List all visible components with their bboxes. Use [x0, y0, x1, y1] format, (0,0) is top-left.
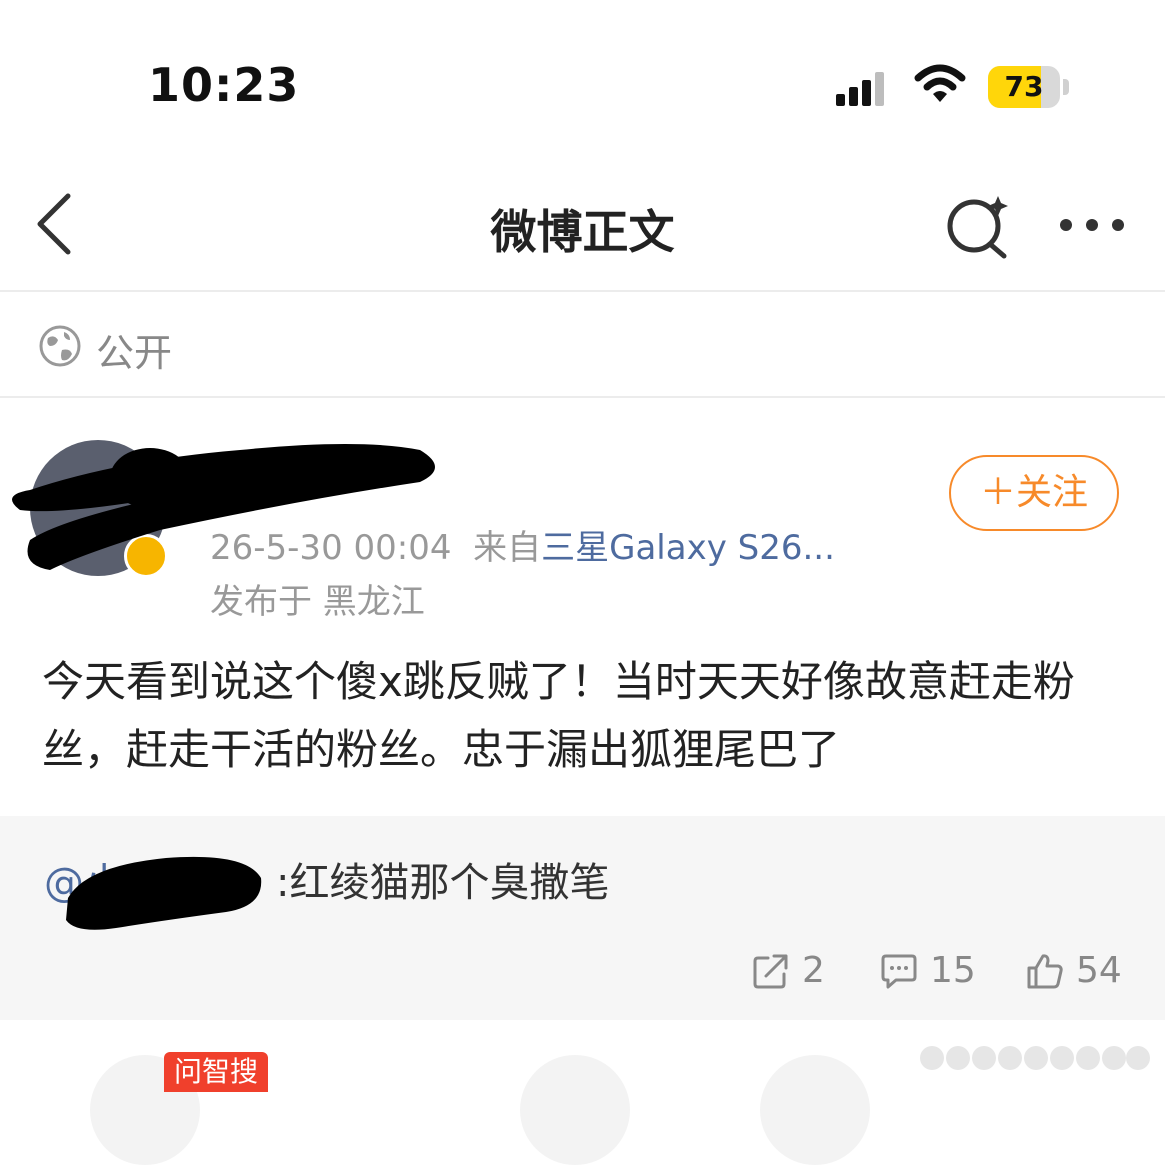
visibility-label: 公开: [96, 331, 173, 375]
globe-icon: [39, 325, 81, 367]
post-location: 发布于 黑龙江: [210, 582, 425, 622]
cellular-signal-icon: [836, 72, 884, 106]
share-icon[interactable]: [752, 952, 790, 990]
redaction-mark-2: [66, 856, 262, 930]
like-icon[interactable]: [1026, 952, 1064, 990]
bottom-avatar: [760, 1055, 870, 1165]
comment-count[interactable]: 15: [930, 950, 976, 991]
comment-icon[interactable]: [880, 952, 918, 990]
watermark-dots: [920, 1046, 1150, 1070]
ai-search-tag[interactable]: 问智搜: [164, 1052, 269, 1092]
search-sparkle-icon[interactable]: [944, 190, 1014, 260]
status-time: 10:23: [148, 58, 300, 112]
battery-level: 73: [1004, 70, 1044, 103]
follow-button[interactable]: ＋关注: [949, 455, 1119, 531]
post-content: 今天看到说这个傻x跳反贼了！当时天天好像故意赶走粉丝，赶走干活的粉丝。忠于漏出狐…: [42, 657, 1075, 774]
share-count[interactable]: 2: [802, 950, 825, 991]
post-time: 26-5-30 00:04: [210, 528, 452, 568]
section-divider: [0, 396, 1165, 398]
more-dots-icon[interactable]: [1058, 210, 1126, 240]
like-count[interactable]: 54: [1076, 950, 1122, 991]
bottom-avatar: [520, 1055, 630, 1165]
wifi-icon: [914, 64, 966, 102]
nav-divider: [0, 290, 1165, 292]
post-meta: 26-5-30 00:04 来自三星Galaxy S26...: [210, 520, 835, 569]
source-device-link[interactable]: 三星Galaxy S26...: [541, 528, 835, 568]
repost-text: :红绫猫那个臭撒笔: [276, 860, 610, 906]
battery-icon: 73: [988, 66, 1070, 108]
source-prefix: 来自: [473, 528, 542, 568]
